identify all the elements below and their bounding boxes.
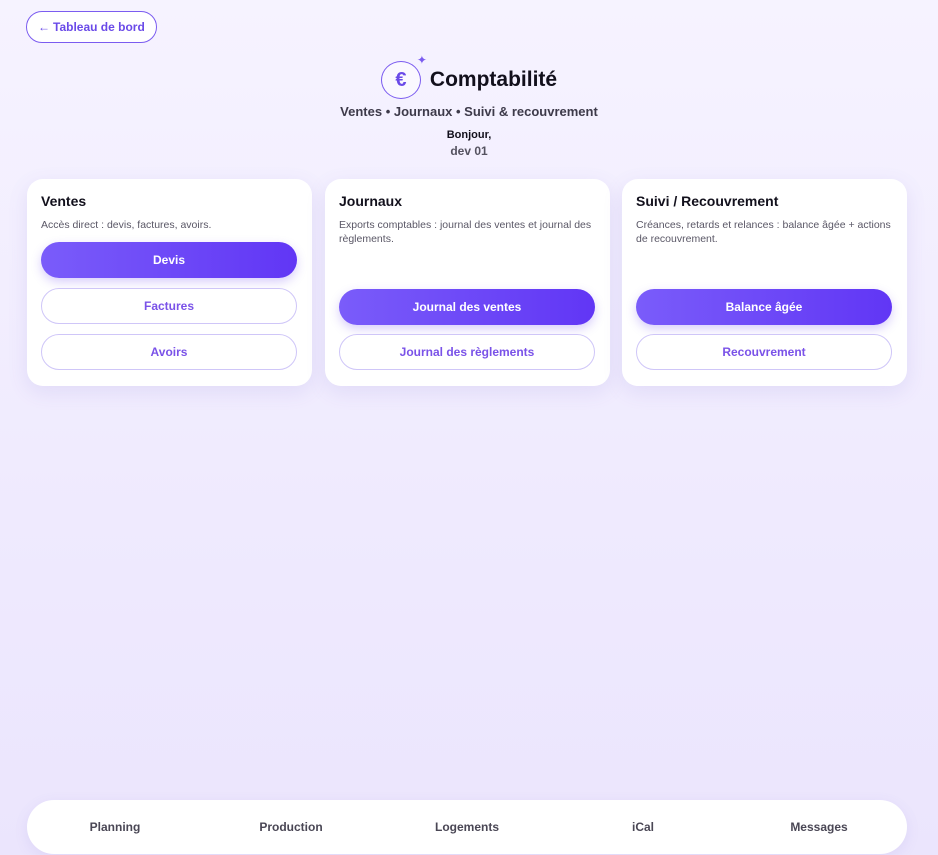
arrow-left-icon: ← (38, 20, 50, 34)
bottom-nav: Planning Production Logements iCal Messa… (27, 800, 907, 854)
card-description: Exports comptables : journal des ventes … (339, 219, 592, 245)
card-title: Ventes (41, 193, 87, 209)
nav-item-logements[interactable]: Logements (379, 820, 555, 834)
back-button-label: Tableau de bord (53, 20, 145, 34)
title-row: € ✦ Comptabilité (0, 54, 938, 99)
card-title: Suivi / Recouvrement (636, 193, 779, 209)
card-ventes: Ventes Accès direct : devis, factures, a… (27, 179, 312, 386)
devis-button[interactable]: Devis (41, 242, 297, 278)
balance-agee-button[interactable]: Balance âgée (636, 289, 892, 325)
greeting-text: Bonjour, (446, 129, 492, 141)
avoirs-button[interactable]: Avoirs (41, 334, 297, 370)
nav-item-production[interactable]: Production (203, 820, 379, 834)
euro-glyph: € (395, 68, 407, 91)
recouvrement-button[interactable]: Recouvrement (636, 334, 892, 370)
card-journaux: Journaux Exports comptables : journal de… (325, 179, 610, 386)
card-suivi-recouvrement: Suivi / Recouvrement Créances, retards e… (622, 179, 907, 386)
journal-ventes-button[interactable]: Journal des ventes (339, 289, 595, 325)
nav-item-ical[interactable]: iCal (555, 820, 731, 834)
factures-button[interactable]: Factures (41, 288, 297, 324)
journal-reglements-button[interactable]: Journal des règlements (339, 334, 595, 370)
page-title: Comptabilité (429, 68, 558, 91)
user-name: dev 01 (450, 144, 488, 158)
euro-icon: € ✦ (380, 54, 427, 99)
card-title: Journaux (339, 193, 403, 209)
nav-item-messages[interactable]: Messages (731, 820, 907, 834)
back-to-dashboard-button[interactable]: ← Tableau de bord (26, 11, 157, 43)
sparkle-icon: ✦ (416, 53, 427, 67)
page-subtitle: Ventes • Journaux • Suivi & recouvrement (340, 104, 598, 119)
nav-item-planning[interactable]: Planning (27, 820, 203, 834)
card-description: Accès direct : devis, factures, avoirs. (41, 219, 212, 231)
card-description: Créances, retards et relances : balance … (636, 219, 891, 245)
page-header: € ✦ Comptabilité Ventes • Journaux • Sui… (0, 54, 938, 158)
